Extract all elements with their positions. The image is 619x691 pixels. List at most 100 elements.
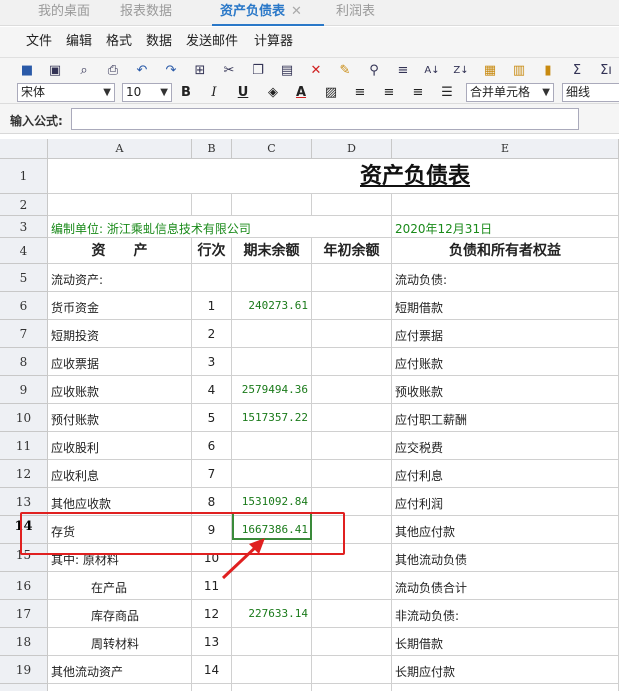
cell[interactable]	[312, 194, 392, 216]
menu-data[interactable]: 数据	[146, 27, 172, 57]
sort-asc-icon[interactable]: A↓	[423, 62, 441, 80]
column-header-e[interactable]: E	[392, 139, 619, 159]
font-size-select[interactable]: 10 ▼	[122, 83, 172, 102]
asset-name-cell[interactable]: 流动资产:	[48, 264, 192, 292]
liability-name-cell[interactable]: 流动负债:	[392, 264, 619, 292]
row-header[interactable]: 7	[0, 320, 48, 348]
asset-name-cell[interactable]: 在产品	[48, 572, 192, 600]
paste-icon[interactable]: ▤	[278, 62, 296, 80]
bold-button[interactable]: B	[177, 83, 195, 102]
row-header[interactable]: 8	[0, 348, 48, 376]
line-number-cell[interactable]: 8	[192, 488, 232, 516]
row-header[interactable]: 19	[0, 656, 48, 684]
end-balance-cell[interactable]	[232, 628, 312, 656]
line-number-cell[interactable]: 13	[192, 628, 232, 656]
background-icon[interactable]: ▨	[322, 83, 340, 102]
header-begin-balance[interactable]: 年初余额	[312, 238, 392, 264]
menu-calculator[interactable]: 计算器	[254, 27, 293, 57]
begin-balance-cell[interactable]	[312, 656, 392, 684]
begin-balance-cell[interactable]	[312, 488, 392, 516]
end-balance-cell[interactable]	[232, 348, 312, 376]
line-number-cell[interactable]: 2	[192, 320, 232, 348]
menu-format[interactable]: 格式	[106, 27, 132, 57]
tab-my-desktop[interactable]: 我的桌面	[38, 0, 90, 26]
end-balance-cell[interactable]: 240273.61	[232, 292, 312, 320]
header-liabilities[interactable]: 负债和所有者权益	[392, 238, 619, 264]
begin-balance-cell[interactable]	[312, 292, 392, 320]
end-balance-cell[interactable]	[232, 320, 312, 348]
begin-balance-cell[interactable]	[312, 516, 392, 544]
column-header-c[interactable]: C	[232, 139, 312, 159]
end-balance-cell[interactable]: 1531092.84	[232, 488, 312, 516]
font-family-select[interactable]: 宋体 ▼	[17, 83, 115, 102]
paste-special-icon[interactable]: ▦	[481, 62, 499, 80]
row-header[interactable]: 12	[0, 460, 48, 488]
border-style-select[interactable]: 细线	[562, 83, 619, 102]
line-number-cell[interactable]: 14	[192, 656, 232, 684]
line-number-cell[interactable]: 1	[192, 292, 232, 320]
row-header[interactable]: 2	[0, 194, 48, 216]
asset-name-cell[interactable]: 其他流动资产	[48, 656, 192, 684]
header-line[interactable]: 行次	[192, 238, 232, 264]
date-cell[interactable]: 2020年12月31日	[392, 216, 619, 238]
save-icon[interactable]: ■	[18, 62, 36, 80]
line-number-cell[interactable]: 3	[192, 348, 232, 376]
begin-balance-cell[interactable]	[312, 320, 392, 348]
format-painter-icon[interactable]: ▮	[539, 62, 557, 80]
asset-name-cell[interactable]: 货币资金	[48, 292, 192, 320]
column-header-a[interactable]: A	[48, 139, 192, 159]
end-balance-cell[interactable]	[232, 460, 312, 488]
cell[interactable]	[312, 684, 392, 691]
cut-icon[interactable]: ✂	[220, 62, 238, 80]
liability-name-cell[interactable]: 非流动负债:	[392, 600, 619, 628]
liability-name-cell[interactable]: 应付职工薪酬	[392, 404, 619, 432]
begin-balance-cell[interactable]	[312, 544, 392, 572]
liability-name-cell[interactable]: 预收账款	[392, 376, 619, 404]
line-number-cell[interactable]: 5	[192, 404, 232, 432]
column-header-d[interactable]: D	[312, 139, 392, 159]
cell[interactable]	[48, 684, 192, 691]
cell[interactable]	[392, 194, 619, 216]
replace-icon[interactable]: ≡	[394, 62, 412, 80]
font-color-button[interactable]: A	[292, 83, 310, 102]
asset-name-cell[interactable]: 其他应收款	[48, 488, 192, 516]
asset-name-cell[interactable]: 应收账款	[48, 376, 192, 404]
liability-name-cell[interactable]: 其他应付款	[392, 516, 619, 544]
begin-balance-cell[interactable]	[312, 572, 392, 600]
row-header[interactable]: 9	[0, 376, 48, 404]
row-header[interactable]: 13	[0, 488, 48, 516]
begin-balance-cell[interactable]	[312, 264, 392, 292]
liability-name-cell[interactable]: 长期应付款	[392, 656, 619, 684]
header-end-balance[interactable]: 期末余额	[232, 238, 312, 264]
row-header[interactable]: 5	[0, 264, 48, 292]
row-header[interactable]: 18	[0, 628, 48, 656]
tab-balance-sheet[interactable]: 资产负债表 ✕	[212, 0, 324, 26]
asset-name-cell[interactable]: 周转材料	[48, 628, 192, 656]
line-number-cell[interactable]: 4	[192, 376, 232, 404]
menu-send-email[interactable]: 发送邮件	[186, 27, 238, 57]
clipboard-icon[interactable]: ▥	[510, 62, 528, 80]
align-center-icon[interactable]: ≡	[380, 83, 398, 102]
begin-balance-cell[interactable]	[312, 628, 392, 656]
formula-input[interactable]	[71, 108, 579, 130]
row-header[interactable]: 11	[0, 432, 48, 460]
liability-name-cell[interactable]: 应交税费	[392, 432, 619, 460]
asset-name-cell[interactable]: 预付账款	[48, 404, 192, 432]
end-balance-cell[interactable]	[232, 656, 312, 684]
company-cell[interactable]: 编制单位: 浙江乘虬信息技术有限公司	[48, 216, 392, 238]
line-number-cell[interactable]: 12	[192, 600, 232, 628]
asset-name-cell[interactable]: 短期投资	[48, 320, 192, 348]
row-header[interactable]: 10	[0, 404, 48, 432]
tab-income-statement[interactable]: 利润表	[336, 0, 375, 26]
sort-desc-icon[interactable]: Z↓	[452, 62, 470, 80]
merge-cells-select[interactable]: 合并单元格 ▼	[466, 83, 554, 102]
redo-icon[interactable]: ↷	[162, 62, 180, 80]
menu-edit[interactable]: 编辑	[66, 27, 92, 57]
asset-name-cell[interactable]: 应收票据	[48, 348, 192, 376]
clear-icon[interactable]: ✎	[336, 62, 354, 80]
tab-report-data[interactable]: 报表数据	[120, 0, 172, 26]
print-preview-icon[interactable]: ⌕	[75, 62, 93, 80]
liability-name-cell[interactable]: 长期借款	[392, 628, 619, 656]
delete-icon[interactable]: ✕	[307, 62, 325, 80]
liability-name-cell[interactable]: 应付账款	[392, 348, 619, 376]
